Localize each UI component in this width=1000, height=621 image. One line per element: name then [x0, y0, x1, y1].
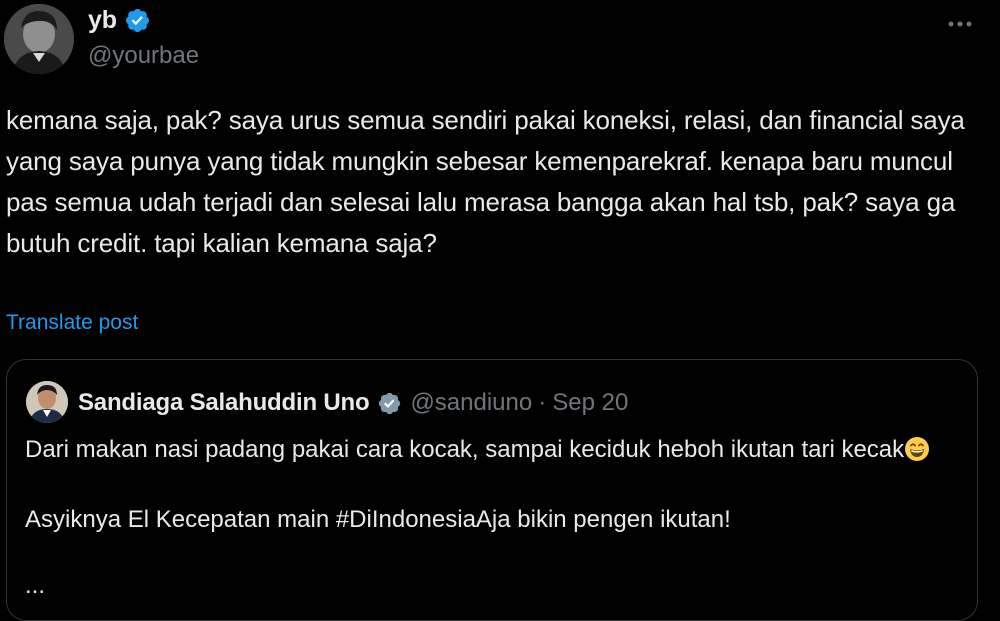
verified-badge-icon	[125, 8, 149, 32]
quote-paragraph-1: Dari makan nasi padang pakai cara kocak,…	[25, 432, 955, 467]
quote-ellipsis: ...	[25, 572, 46, 599]
quote-avatar-photo	[26, 381, 68, 423]
avatar-photo	[4, 4, 74, 74]
quote-line-1: Dari makan nasi padang pakai cara kocak,…	[25, 436, 905, 463]
translate-post-link[interactable]: Translate post	[6, 311, 138, 335]
quote-timestamp[interactable]: Sep 20	[552, 389, 628, 417]
grinning-face-emoji	[905, 437, 930, 461]
author-handle[interactable]: @yourbae	[88, 42, 199, 70]
quote-author-handle[interactable]: @sandiuno	[410, 389, 532, 417]
tweet-card: yb @yourbae kemana saja, pak? saya urus …	[0, 0, 1000, 621]
quoted-tweet-card[interactable]: Sandiaga Salahuddin Uno @sandiuno · Sep …	[6, 359, 978, 621]
government-verified-badge-icon	[379, 392, 401, 414]
quote-text: Dari makan nasi padang pakai cara kocak,…	[25, 432, 955, 572]
author-avatar[interactable]	[4, 4, 74, 74]
quote-paragraph-2: Asyiknya El Kecepatan main #DiIndonesiaA…	[25, 506, 731, 533]
quote-separator: ·	[538, 389, 547, 416]
quote-author-name[interactable]: Sandiaga Salahuddin Uno	[78, 389, 370, 417]
quote-author-avatar[interactable]	[26, 381, 68, 423]
tweet-text: kemana saja, pak? saya urus semua sendir…	[6, 105, 972, 258]
more-horizontal-icon[interactable]	[946, 10, 974, 38]
quote-header: Sandiaga Salahuddin Uno @sandiuno · Sep …	[78, 387, 628, 419]
author-name[interactable]: yb	[88, 6, 117, 35]
author-name-row: yb	[88, 4, 151, 36]
